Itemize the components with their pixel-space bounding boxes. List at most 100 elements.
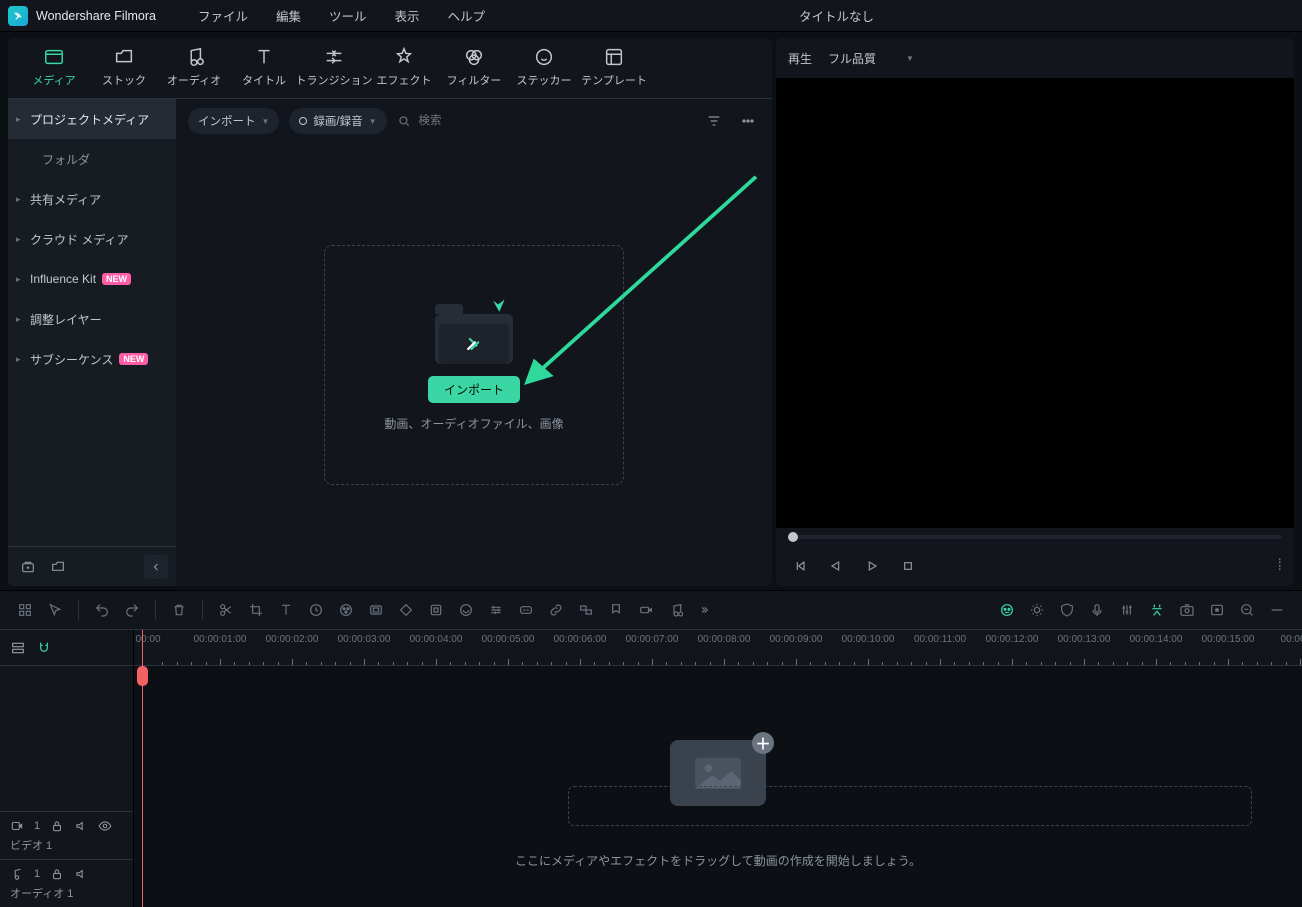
menu-edit[interactable]: 編集 — [262, 0, 315, 32]
stop-button[interactable] — [896, 554, 920, 578]
tab-audio[interactable]: オーディオ — [162, 42, 226, 98]
play-backward-button[interactable] — [824, 554, 848, 578]
tab-stock[interactable]: ストック — [92, 42, 156, 98]
prev-frame-button[interactable] — [788, 554, 812, 578]
tl-layout-button[interactable] — [12, 598, 38, 622]
tl-keyframe-button[interactable] — [393, 598, 419, 622]
menu-view[interactable]: 表示 — [381, 0, 434, 32]
tl-marker-button[interactable] — [603, 598, 629, 622]
add-media-icon: ＋ — [752, 732, 774, 754]
video-track-icon — [10, 819, 24, 833]
tab-effect[interactable]: エフェクト — [372, 42, 436, 98]
tl-zoom-slider[interactable] — [1264, 598, 1290, 622]
timeline-tracks[interactable]: ＋ ここにメディアやエフェクトをドラッグして動画の作成を開始しましょう。 — [134, 666, 1302, 907]
search-input[interactable] — [417, 114, 537, 128]
sidebar-item-cloud-media[interactable]: ▸ クラウド メディア — [8, 219, 176, 259]
tl-select-button[interactable] — [42, 598, 68, 622]
tl-speed-button[interactable] — [303, 598, 329, 622]
tab-filter[interactable]: フィルター — [442, 42, 506, 98]
new-folder-button[interactable] — [46, 555, 70, 579]
tl-mask-button[interactable] — [363, 598, 389, 622]
sidebar-item-influence-kit[interactable]: ▸ Influence Kit NEW — [8, 259, 176, 299]
tl-caption-button[interactable] — [513, 598, 539, 622]
tab-sticker[interactable]: ステッカー — [512, 42, 576, 98]
menu-help[interactable]: ヘルプ — [434, 0, 500, 32]
media-dropzone[interactable]: インポート 動画、オーディオファイル、画像 — [324, 245, 624, 485]
mute-icon[interactable] — [74, 819, 88, 833]
timeline-canvas[interactable]: 00:0000:00:01:0000:00:02:0000:00:03:0000… — [134, 630, 1302, 907]
preview-expand-button[interactable]: ⁞ — [1278, 557, 1282, 575]
tab-media[interactable]: メディア — [22, 42, 86, 98]
scrubber-track[interactable] — [788, 535, 1282, 539]
template-icon — [603, 46, 625, 68]
tl-shield-button[interactable] — [1054, 598, 1080, 622]
track-header-audio[interactable]: 1 オーディオ 1 — [0, 859, 133, 907]
tl-record-vo-button[interactable] — [633, 598, 659, 622]
tab-template[interactable]: テンプレート — [582, 42, 646, 98]
preview-scrubber[interactable] — [776, 528, 1294, 546]
tl-more-button[interactable] — [693, 598, 719, 622]
media-content: インポート ▼ 録画/録音 ▼ — [176, 98, 772, 586]
dropzone-hint: 動画、オーディオファイル、画像 — [384, 415, 563, 432]
tab-transition[interactable]: トランジション — [302, 42, 366, 98]
tl-adjust-button[interactable] — [423, 598, 449, 622]
tl-zoom-out-button[interactable] — [1234, 598, 1260, 622]
timeline-drop-strip[interactable] — [568, 786, 1252, 826]
lock-icon[interactable] — [50, 867, 64, 881]
scrubber-handle[interactable] — [788, 532, 798, 542]
tl-magnet-button[interactable] — [36, 640, 52, 656]
tl-split-button[interactable] — [213, 598, 239, 622]
tl-snapshot-button[interactable] — [1174, 598, 1200, 622]
tl-text-button[interactable] — [273, 598, 299, 622]
sidebar-item-subsequence[interactable]: ▸ サブシーケンス NEW — [8, 339, 176, 379]
title-icon — [253, 46, 275, 68]
tl-redo-button[interactable] — [119, 598, 145, 622]
tl-sliders-button[interactable] — [483, 598, 509, 622]
tl-delete-button[interactable] — [166, 598, 192, 622]
preview-canvas[interactable] — [776, 78, 1294, 528]
new-bin-button[interactable] — [16, 555, 40, 579]
tl-render-button[interactable] — [1144, 598, 1170, 622]
chevron-down-icon: ▼ — [906, 54, 914, 63]
quality-dropdown[interactable]: フル品質 ▼ — [828, 50, 914, 67]
lock-icon[interactable] — [50, 819, 64, 833]
menu-file[interactable]: ファイル — [184, 0, 262, 32]
sidebar-item-project-media[interactable]: ▸ プロジェクトメディア — [8, 99, 176, 139]
tl-ai-button[interactable] — [994, 598, 1020, 622]
filter-sort-button[interactable] — [702, 109, 726, 133]
tl-mic-button[interactable] — [1084, 598, 1110, 622]
sidebar-item-adjustment-layer[interactable]: ▸ 調整レイヤー — [8, 299, 176, 339]
mute-icon[interactable] — [74, 867, 88, 881]
sidebar-item-shared-media[interactable]: ▸ 共有メディア — [8, 179, 176, 219]
tl-brightness-button[interactable] — [1024, 598, 1050, 622]
tl-undo-button[interactable] — [89, 598, 115, 622]
sidebar-item-folder[interactable]: フォルダ — [8, 139, 176, 179]
tl-link-button[interactable] — [543, 598, 569, 622]
collapse-sidebar-button[interactable] — [144, 555, 168, 579]
tl-music-button[interactable] — [663, 598, 689, 622]
record-dropdown[interactable]: 録画/録音 ▼ — [289, 108, 386, 134]
search-field[interactable] — [397, 108, 537, 134]
timeline-ruler[interactable]: 00:0000:00:01:0000:00:02:0000:00:03:0000… — [134, 630, 1302, 666]
tl-mixer-button[interactable] — [1114, 598, 1140, 622]
track-header-video[interactable]: 1 ビデオ 1 — [0, 811, 133, 859]
visibility-icon[interactable] — [98, 819, 112, 833]
tab-title[interactable]: タイトル — [232, 42, 296, 98]
tl-crop-button[interactable] — [243, 598, 269, 622]
tl-export-frame-button[interactable] — [1204, 598, 1230, 622]
tl-group-button[interactable] — [573, 598, 599, 622]
app-name: Wondershare Filmora — [36, 9, 156, 23]
caret-icon: ▸ — [16, 114, 21, 125]
import-dropdown[interactable]: インポート ▼ — [188, 108, 279, 134]
caret-icon: ▸ — [16, 354, 21, 365]
tl-greenscreen-button[interactable] — [453, 598, 479, 622]
audio-track-icon — [10, 867, 24, 881]
tl-track-manage-button[interactable] — [10, 640, 26, 656]
more-button[interactable] — [736, 109, 760, 133]
play-button[interactable] — [860, 554, 884, 578]
search-icon — [397, 114, 411, 128]
import-button[interactable]: インポート — [428, 376, 520, 403]
tl-color-button[interactable] — [333, 598, 359, 622]
menu-tool[interactable]: ツール — [315, 0, 381, 32]
timeline-area: 1 ビデオ 1 1 オーディオ 1 00:0000:00:01:0000:00:… — [0, 590, 1302, 907]
